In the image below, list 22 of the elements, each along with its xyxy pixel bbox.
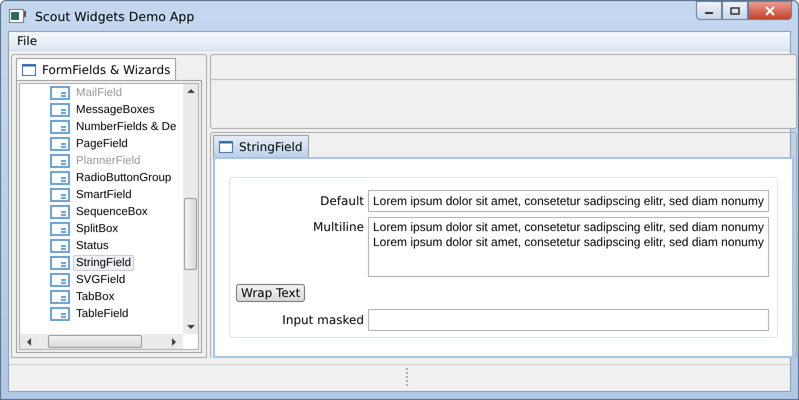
- tree-item[interactable]: SequenceBox: [73, 204, 151, 220]
- tree-item[interactable]: StringField: [73, 254, 134, 270]
- tree-item[interactable]: SVGField: [73, 272, 128, 288]
- tab[interactable]: StringField: [213, 135, 309, 157]
- tree-item[interactable]: PageField: [73, 136, 131, 152]
- tree-item[interactable]: SplitBox: [73, 220, 122, 236]
- menu-item[interactable]: File: [15, 34, 40, 48]
- wrap-text-button[interactable]: Wrap Text: [236, 284, 306, 302]
- tree-item[interactable]: NumberFields & De: [73, 118, 180, 134]
- field-label: Default: [319, 194, 364, 208]
- field-label: Multiline: [312, 219, 364, 234]
- tree-item[interactable]: MessageBoxes: [73, 102, 158, 118]
- tab[interactable]: FormFields & Wizards: [16, 58, 176, 80]
- window-title: Scout Widgets Demo App: [35, 8, 196, 24]
- field-label: Input masked: [281, 313, 364, 327]
- tree-item[interactable]: RadioButtonGroup: [73, 170, 174, 186]
- tree-item[interactable]: TabBox: [73, 288, 118, 304]
- text-field[interactable]: Lorem ipsum dolor sit amet, consetetur sadipscing elitr, sed diam nonumy: [368, 190, 769, 212]
- text-area[interactable]: Lorem ipsum dolor sit amet, consetetur sadipscing elitr, sed diam nonumy Lorem ipsum dolor sit amet, consetetur sadipscing elitr, sed diam nonumy: [368, 217, 769, 277]
- tree-item[interactable]: TableField: [73, 306, 132, 322]
- tree-item[interactable]: SmartField: [73, 186, 135, 202]
- tree-item[interactable]: Status: [73, 238, 112, 254]
